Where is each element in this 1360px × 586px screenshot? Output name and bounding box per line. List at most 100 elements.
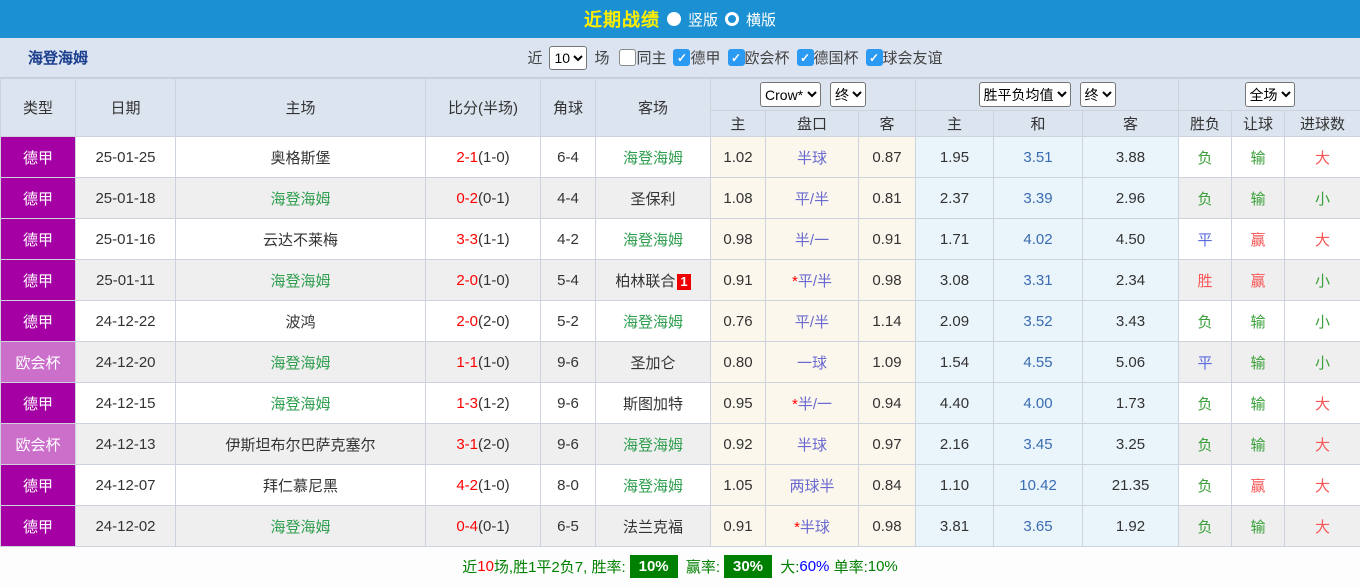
odds-home: 0.91 [711,506,766,547]
footer-segment-4: 赢率: [682,556,720,577]
table-row: 欧会杯24-12-13伊斯坦布尔巴萨克塞尔3-1(2-0)9-6海登海姆0.92… [1,424,1360,465]
avg-type-select[interactable]: 胜平负均值 [979,82,1071,107]
checkbox-label-0[interactable]: 同主 [636,47,666,68]
fulltime-score[interactable]: 0-2 [456,190,478,207]
home-team-name[interactable]: 海登海姆 [270,191,330,208]
avg-group-header: 胜平负均值 终 [916,79,1179,111]
odds-home: 1.02 [711,137,766,178]
checkbox-0[interactable] [619,49,636,66]
away-team-name[interactable]: 斯图加特 [623,396,683,413]
avg-draw-value: 3.65 [1023,518,1052,535]
away-team-name[interactable]: 海登海姆 [623,314,683,331]
home-team-cell: 云达不莱梅 [176,219,426,260]
handicap-text: 半/一 [798,396,832,413]
odds-handicap: 半球 [766,137,859,178]
let-goal-cell: 赢 [1232,260,1285,301]
goals-cell: 大 [1285,137,1360,178]
checkbox-1[interactable]: ✓ [673,49,690,66]
home-team-name[interactable]: 伊斯坦布尔巴萨克塞尔 [225,437,375,454]
radio-vertical-icon[interactable] [667,12,681,26]
halftime-score: (1-0) [478,354,510,371]
fulltime-score[interactable]: 2-0 [456,272,478,289]
halftime-score: (0-1) [478,190,510,207]
avg-time-select[interactable]: 终 [1080,82,1116,107]
home-team-name[interactable]: 奥格斯堡 [270,150,330,167]
odds-time-select[interactable]: 终 [830,82,866,107]
avg-home: 3.81 [916,506,994,547]
home-team-name[interactable]: 波鸿 [285,314,315,331]
recent-count-select[interactable]: 10 [549,46,587,70]
result-cell: 平 [1179,342,1232,383]
team-name[interactable]: 海登海姆 [28,47,88,68]
home-team-name[interactable]: 海登海姆 [270,273,330,290]
fulltime-score[interactable]: 2-1 [456,149,478,166]
corner-score: 9-6 [541,424,596,465]
checkbox-label-4[interactable]: 球会友谊 [883,47,943,68]
away-team-name[interactable]: 圣保利 [630,191,675,208]
away-team-name[interactable]: 海登海姆 [623,437,683,454]
result-cell: 负 [1179,383,1232,424]
home-team-name[interactable]: 云达不莱梅 [263,232,338,249]
fulltime-score[interactable]: 3-3 [456,231,478,248]
odds-away: 0.97 [859,424,916,465]
home-team-name[interactable]: 海登海姆 [270,396,330,413]
avg-draw: 3.65 [994,506,1083,547]
checkbox-label-3[interactable]: 德国杯 [814,47,859,68]
radio-horizontal-icon[interactable] [725,12,739,26]
col-header-type: 类型 [1,79,76,137]
checkbox-4[interactable]: ✓ [866,49,883,66]
home-team-name[interactable]: 海登海姆 [270,355,330,372]
checkbox-3[interactable]: ✓ [797,49,814,66]
home-team-cell: 波鸿 [176,301,426,342]
avg-home: 3.08 [916,260,994,301]
odds-away: 1.09 [859,342,916,383]
away-team-name[interactable]: 圣加仑 [630,355,675,372]
fulltime-score[interactable]: 1-1 [456,354,478,371]
radio-horizontal-label[interactable]: 横版 [746,9,776,30]
result-scope-select[interactable]: 全场 [1245,82,1295,107]
bookmaker-select[interactable]: Crow* [760,82,821,107]
result-text: 平 [1198,232,1213,249]
avg-draw-value: 4.55 [1023,354,1052,371]
fulltime-score[interactable]: 2-0 [456,313,478,330]
avg-draw-value: 3.39 [1023,190,1052,207]
result-text: 负 [1198,150,1213,167]
fulltime-score[interactable]: 4-2 [456,477,478,494]
let-goal-cell: 输 [1232,506,1285,547]
fulltime-score[interactable]: 1-3 [456,395,478,412]
goals-cell: 大 [1285,465,1360,506]
result-cell: 负 [1179,506,1232,547]
table-row: 德甲24-12-07拜仁慕尼黑4-2(1-0)8-0海登海姆1.05两球半0.8… [1,465,1360,506]
away-team-name[interactable]: 海登海姆 [623,232,683,249]
away-team-name[interactable]: 法兰克福 [623,519,683,536]
checkbox-2[interactable]: ✓ [728,49,745,66]
home-team-name[interactable]: 拜仁慕尼黑 [263,478,338,495]
away-team-name[interactable]: 海登海姆 [623,478,683,495]
fulltime-score[interactable]: 3-1 [456,436,478,453]
away-team-name[interactable]: 柏林联合 [615,273,675,290]
checkbox-label-2[interactable]: 欧会杯 [745,47,790,68]
match-date: 25-01-11 [76,260,176,301]
odds-home: 0.76 [711,301,766,342]
result-text: 负 [1198,519,1213,536]
radio-vertical-label[interactable]: 竖版 [688,9,718,30]
score-cell: 2-0(1-0) [426,260,541,301]
table-row: 德甲25-01-16云达不莱梅3-3(1-1)4-2海登海姆0.98半/一0.9… [1,219,1360,260]
away-team-cell: 海登海姆 [596,301,711,342]
avg-home: 1.54 [916,342,994,383]
goals-text: 小 [1315,355,1330,372]
avg-draw: 3.45 [994,424,1083,465]
odds-home: 0.91 [711,260,766,301]
avg-home: 2.37 [916,178,994,219]
home-team-name[interactable]: 海登海姆 [270,519,330,536]
avg-home: 1.95 [916,137,994,178]
result-cell: 负 [1179,301,1232,342]
fulltime-score[interactable]: 0-4 [456,518,478,535]
avg-draw: 4.55 [994,342,1083,383]
away-team-cell: 海登海姆 [596,465,711,506]
handicap-text: 半球 [800,519,830,536]
let-goal-cell: 赢 [1232,465,1285,506]
checkbox-label-1[interactable]: 德甲 [690,47,720,68]
table-row: 德甲25-01-25奥格斯堡2-1(1-0)6-4海登海姆1.02半球0.871… [1,137,1360,178]
away-team-name[interactable]: 海登海姆 [623,150,683,167]
